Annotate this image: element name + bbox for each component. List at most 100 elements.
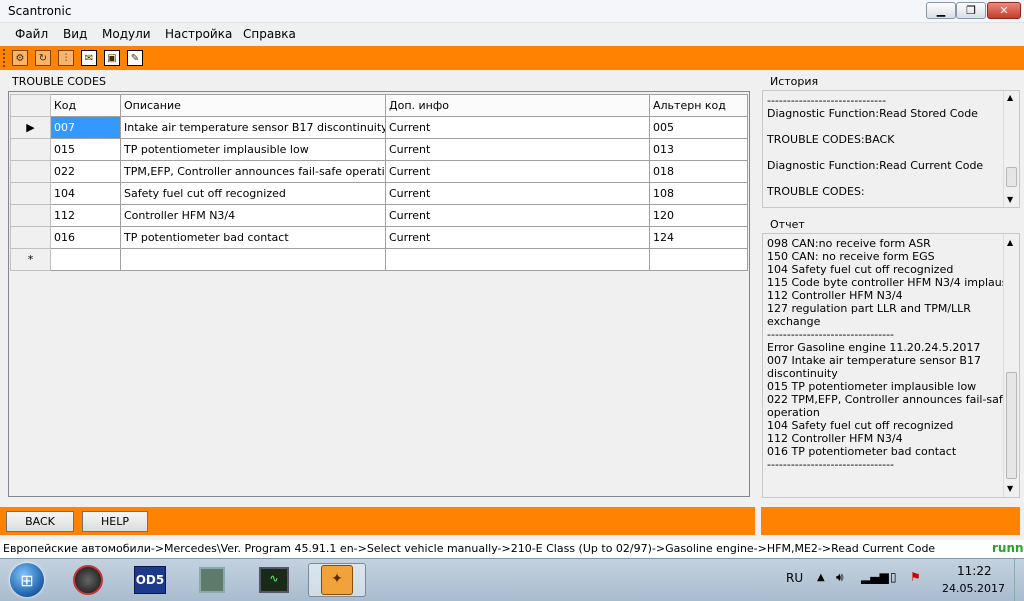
extra-info-cell[interactable] — [385, 248, 650, 271]
alt-code-cell[interactable]: 124 — [649, 226, 748, 249]
clock-date[interactable]: 24.05.2017 — [942, 582, 1005, 595]
alt-code-cell[interactable]: 120 — [649, 204, 748, 227]
history-scroll-thumb[interactable] — [1006, 167, 1017, 187]
close-box-icon[interactable]: ✉ — [81, 50, 97, 66]
report-line: 015 TP potentiometer implausible low — [767, 380, 977, 393]
code-cell[interactable]: 015 — [50, 138, 121, 161]
description-cell[interactable]: TP potentiometer bad contact — [120, 226, 386, 249]
show-hidden-icons-icon[interactable]: ▲ — [817, 572, 825, 583]
scroll-up-icon[interactable]: ▲ — [1007, 238, 1013, 247]
description-cell[interactable]: TPM,EFP, Controller announces fail-safe … — [120, 160, 386, 183]
report-line: 127 regulation part LLR and TPM/LLR — [767, 302, 971, 315]
clock-time[interactable]: 11:22 — [957, 564, 992, 578]
code-cell[interactable]: 022 — [50, 160, 121, 183]
code-cell[interactable]: 112 — [50, 204, 121, 227]
code-cell[interactable] — [50, 248, 121, 271]
maximize-button[interactable]: ❐ — [956, 2, 986, 19]
row-header[interactable] — [10, 204, 51, 227]
menu-modules[interactable]: Модули — [102, 27, 151, 41]
oscilloscope-app-icon[interactable]: ∿ — [250, 563, 298, 597]
extra-info-cell[interactable]: Current — [385, 138, 650, 161]
history-line: TROUBLE CODES: — [767, 185, 865, 198]
history-line: Diagnostic Function:Read Stored Code — [767, 107, 978, 120]
column-header-description[interactable]: Описание — [120, 94, 386, 117]
engine-icon[interactable]: ⚙ — [12, 50, 28, 66]
table-row[interactable]: 104 Safety fuel cut off recognized Curre… — [10, 182, 748, 205]
table-row[interactable]: 015 TP potentiometer implausible low Cur… — [10, 138, 748, 161]
close-button[interactable]: ✕ — [987, 2, 1021, 19]
action-center-icon[interactable]: ⚑ — [910, 570, 921, 584]
alt-code-cell[interactable]: 018 — [649, 160, 748, 183]
id-card-icon[interactable]: ▣ — [104, 50, 120, 66]
minimize-button[interactable]: ▁ — [926, 2, 956, 19]
toolbar: ⚙ ↻ ⫶ ✉ ▣ ✎ — [0, 46, 1024, 70]
alt-code-cell[interactable]: 108 — [649, 182, 748, 205]
row-header[interactable] — [10, 182, 51, 205]
row-header[interactable] — [10, 138, 51, 161]
scantronic-app-icon[interactable]: ✦ — [308, 563, 366, 597]
language-indicator[interactable]: RU — [786, 571, 803, 585]
table-row[interactable]: 022 TPM,EFP, Controller announces fail-s… — [10, 160, 748, 183]
scroll-down-icon[interactable]: ▼ — [1007, 195, 1013, 204]
history-box[interactable]: ------------------------------ Diagnosti… — [762, 90, 1020, 208]
scroll-down-icon[interactable]: ▼ — [1007, 484, 1013, 493]
extra-info-cell[interactable]: Current — [385, 204, 650, 227]
extra-info-cell[interactable]: Current — [385, 160, 650, 183]
row-header[interactable] — [10, 226, 51, 249]
show-desktop-button[interactable] — [1014, 559, 1024, 601]
scroll-up-icon[interactable]: ▲ — [1007, 93, 1013, 102]
code-cell[interactable]: 016 — [50, 226, 121, 249]
minimize-icon: ▁ — [936, 4, 946, 17]
volume-icon[interactable]: 🔊︎ — [836, 570, 844, 585]
trouble-codes-grid: Код Описание Доп. инфо Альтерн код ▶ 007… — [10, 94, 748, 271]
windows-start-icon[interactable]: ⊞ — [2, 563, 52, 597]
new-row-indicator[interactable]: * — [10, 248, 51, 271]
report-box[interactable]: 098 CAN:no receive form ASR 150 CAN: no … — [762, 233, 1020, 498]
description-cell[interactable]: Controller HFM N3/4 — [120, 204, 386, 227]
description-cell[interactable]: Intake air temperature sensor B17 discon… — [120, 116, 386, 139]
table-row[interactable]: 112 Controller HFM N3/4 Current 120 — [10, 204, 748, 227]
report-line: 098 CAN:no receive form ASR — [767, 237, 931, 250]
code-cell[interactable]: 104 — [50, 182, 121, 205]
network-icon[interactable]: ▂▄▆ — [861, 570, 889, 584]
tool-app-icon[interactable] — [188, 563, 236, 597]
alt-code-cell[interactable]: 013 — [649, 138, 748, 161]
extra-info-cell[interactable]: Current — [385, 182, 650, 205]
extra-info-cell[interactable]: Current — [385, 116, 650, 139]
report-scrollbar[interactable]: ▲ ▼ — [1003, 234, 1019, 497]
alt-code-cell[interactable]: 005 — [649, 116, 748, 139]
menu-file[interactable]: Файл — [15, 27, 48, 41]
od5-app-icon[interactable]: OD5 — [126, 563, 174, 597]
report-line: 150 CAN: no receive form EGS — [767, 250, 935, 263]
menu-view[interactable]: Вид — [63, 27, 87, 41]
refresh-icon[interactable]: ↻ — [35, 50, 51, 66]
column-header-alt-code[interactable]: Альтерн код — [649, 94, 748, 117]
report-line: exchange — [767, 315, 821, 328]
current-row-indicator[interactable]: ▶ — [10, 116, 51, 139]
alt-code-cell[interactable] — [649, 248, 748, 271]
row-header[interactable] — [10, 160, 51, 183]
notepad-icon[interactable]: ✎ — [127, 50, 143, 66]
battery-icon[interactable]: ▯ — [890, 570, 897, 584]
back-button[interactable]: BACK — [6, 511, 74, 532]
report-scroll-thumb[interactable] — [1006, 372, 1017, 479]
right-status-bar — [761, 507, 1020, 535]
speedometer-app-icon[interactable] — [64, 563, 112, 597]
menu-settings[interactable]: Настройка — [165, 27, 232, 41]
column-header-code[interactable]: Код — [50, 94, 121, 117]
new-row[interactable]: * — [10, 248, 748, 271]
extra-info-cell[interactable]: Current — [385, 226, 650, 249]
column-header-extra-info[interactable]: Доп. инфо — [385, 94, 650, 117]
report-line: 112 Controller HFM N3/4 — [767, 432, 903, 445]
description-cell[interactable] — [120, 248, 386, 271]
table-row[interactable]: ▶ 007 Intake air temperature sensor B17 … — [10, 116, 748, 139]
history-scrollbar[interactable]: ▲ ▼ — [1003, 91, 1019, 207]
table-row[interactable]: 016 TP potentiometer bad contact Current… — [10, 226, 748, 249]
menu-help[interactable]: Справка — [243, 27, 296, 41]
history-text: ------------------------------ Diagnosti… — [767, 94, 1001, 198]
description-cell[interactable]: Safety fuel cut off recognized — [120, 182, 386, 205]
help-button[interactable]: HELP — [82, 511, 148, 532]
code-cell[interactable]: 007 — [50, 116, 121, 139]
sliders-icon[interactable]: ⫶ — [58, 50, 74, 66]
description-cell[interactable]: TP potentiometer implausible low — [120, 138, 386, 161]
